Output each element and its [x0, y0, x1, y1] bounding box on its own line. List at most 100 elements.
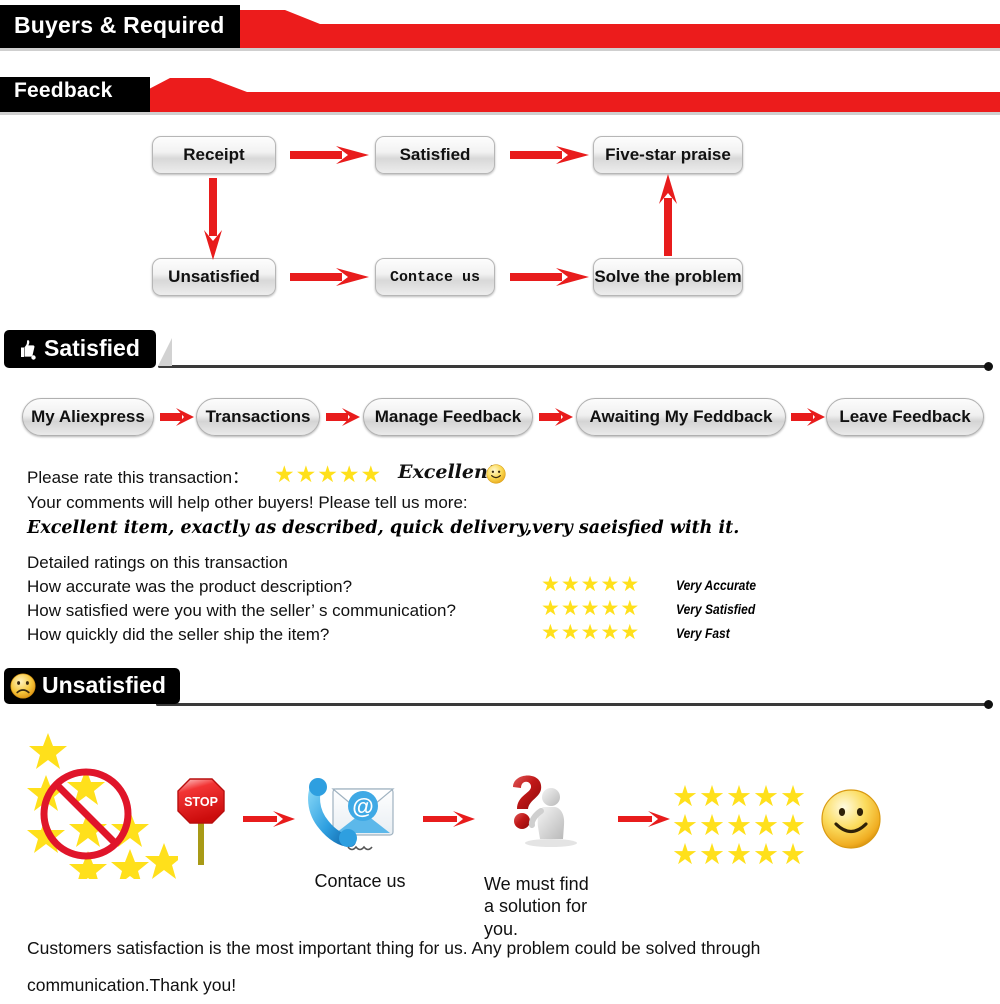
breadcrumb-item-manage-feedback[interactable]: Manage Feedback	[363, 398, 533, 436]
comments-prompt: Your comments will help other buyers! Pl…	[27, 493, 468, 513]
flow-node-label: Five-star praise	[605, 145, 731, 164]
svg-text:@: @	[352, 794, 373, 819]
flow-node-label: Unsatisfied	[168, 267, 260, 286]
rating-label-text: Very Fast	[676, 625, 730, 641]
arrow-down-icon	[204, 178, 222, 260]
detailed-ratings-heading: Detailed ratings on this transaction	[27, 553, 288, 573]
rating-question-label: How quickly did the seller ship the item…	[27, 625, 330, 644]
star-icon: ★	[360, 461, 383, 487]
star-icon: ★	[541, 597, 561, 620]
star-icon: ★	[600, 573, 621, 596]
rating-label-text: Very Satisfied	[676, 601, 756, 617]
rating-label-communication: Very Satisfied	[676, 601, 755, 617]
banner-shape	[0, 77, 1000, 115]
banner-buyers-label: Buyers & Required	[14, 12, 225, 38]
question-mark-person-icon	[495, 765, 585, 855]
buyer-comment-text: Excellent item, exactly as described, qu…	[27, 518, 740, 538]
rate-stars[interactable]: ★★★★★	[274, 461, 382, 488]
rating-question-label: How accurate was the product description…	[27, 577, 353, 596]
flow-node-satisfied[interactable]: Satisfied	[375, 136, 495, 174]
star-icon: ★	[620, 597, 641, 620]
footer-message: Customers satisfaction is the most impor…	[27, 930, 967, 1004]
frowning-face-icon	[10, 672, 36, 699]
rating-question-accuracy: How accurate was the product description…	[27, 577, 352, 597]
stars-prohibited-icon	[18, 719, 178, 879]
arrow-up-icon	[659, 174, 677, 256]
buyer-comment: Excellent item, exactly as described, qu…	[27, 518, 739, 538]
breadcrumb-item-leave-feedback[interactable]: Leave Feedback	[826, 398, 984, 436]
star-icon: ★	[699, 810, 726, 842]
unsatisfied-badge-label: Unsatisfied	[42, 672, 166, 698]
star-icon: ★	[780, 839, 807, 871]
rating-question-communication: How satisfied were you with the seller’ …	[27, 601, 456, 621]
rating-stars-communication[interactable]: ★★★★★	[541, 597, 640, 621]
star-icon: ★	[600, 621, 621, 644]
flow-arrows	[204, 146, 677, 286]
rate-word-label: Excellent	[398, 461, 497, 483]
arrow-right-icon	[290, 146, 369, 164]
breadcrumb-label: Leave Feedback	[839, 407, 971, 426]
arrow-right-icon	[243, 811, 295, 827]
unsatisfied-illustration: STOP @ Contace us We must find a solutio…	[0, 715, 1000, 939]
flow-node-receipt[interactable]: Receipt	[152, 136, 276, 174]
star-icon: ★	[753, 839, 780, 871]
flow-node-unsatisfied[interactable]: Unsatisfied	[152, 258, 276, 296]
feedback-flowchart: Receipt Satisfied Five-star praise Unsat…	[0, 120, 1000, 310]
rating-label-text: Very Accurate	[676, 577, 757, 593]
rating-stars-shipping[interactable]: ★★★★★	[541, 621, 640, 645]
breadcrumb-item-transactions[interactable]: Transactions	[196, 398, 320, 436]
rating-label-accuracy: Very Accurate	[676, 577, 756, 593]
star-icon: ★	[672, 839, 699, 871]
flow-node-label: Contace us	[389, 268, 480, 286]
arrow-right-icon	[423, 811, 475, 827]
flow-node-solve-the-problem[interactable]: Solve the problem	[593, 258, 743, 296]
contact-us-caption: Contace us	[300, 847, 420, 892]
star-icon: ★	[580, 573, 601, 596]
breadcrumb-label: Transactions	[205, 407, 311, 426]
breadcrumb-label: My Aliexpress	[31, 407, 145, 426]
star-icon: ★	[672, 810, 699, 842]
star-grid-row: ★★★★★	[672, 812, 807, 841]
arrow-right-icon	[618, 811, 670, 827]
breadcrumb-label: Manage Feedback	[374, 407, 522, 426]
star-icon: ★	[274, 461, 296, 487]
arrow-right-icon	[326, 408, 360, 426]
rating-label-shipping: Very Fast	[676, 625, 730, 641]
slightly-smiling-face-icon	[486, 464, 506, 484]
flow-node-label: Receipt	[183, 145, 245, 164]
star-icon: ★	[753, 810, 780, 842]
star-grid-row: ★★★★★	[672, 841, 807, 870]
star-icon: ★	[580, 597, 601, 620]
star-icon: ★	[620, 573, 641, 596]
arrow-right-icon	[510, 268, 589, 286]
star-icon: ★	[726, 810, 753, 842]
star-icon: ★	[726, 839, 753, 871]
banner-feedback-label: Feedback	[14, 79, 113, 102]
star-icon: ★	[780, 781, 807, 813]
satisfied-badge: Satisfied	[4, 330, 156, 368]
flow-node-five-star-praise[interactable]: Five-star praise	[593, 136, 743, 174]
breadcrumb-label: Awaiting My Feddback	[589, 407, 773, 426]
flow-node-contact-us[interactable]: Contace us	[375, 258, 495, 296]
star-icon: ★	[541, 621, 561, 644]
smiley-face-icon	[820, 788, 882, 850]
flow-node-label: Solve the problem	[594, 267, 742, 286]
banner-buyers-required: Buyers & Required	[0, 0, 1000, 56]
star-icon: ★	[699, 781, 726, 813]
breadcrumb-item-awaiting-my-feedback[interactable]: Awaiting My Feddback	[576, 398, 786, 436]
star-icon: ★	[295, 461, 318, 487]
arrow-right-icon	[539, 408, 573, 426]
rate-word: Excellent	[398, 461, 497, 483]
star-icon: ★	[726, 781, 753, 813]
breadcrumb-item-my-aliexpress[interactable]: My Aliexpress	[22, 398, 154, 436]
stop-sign-icon: STOP	[176, 777, 226, 867]
star-icon: ★	[699, 839, 726, 871]
rating-stars-accuracy[interactable]: ★★★★★	[541, 573, 640, 597]
arrow-right-icon	[510, 146, 589, 164]
star-icon: ★	[753, 781, 780, 813]
arrow-right-icon	[791, 408, 825, 426]
rate-prompt-label: Please rate this transaction：	[27, 468, 250, 487]
star-icon: ★	[560, 621, 581, 644]
find-solution-caption-text: We must find a solution for you.	[484, 873, 589, 939]
satisfied-badge-label: Satisfied	[44, 335, 140, 361]
